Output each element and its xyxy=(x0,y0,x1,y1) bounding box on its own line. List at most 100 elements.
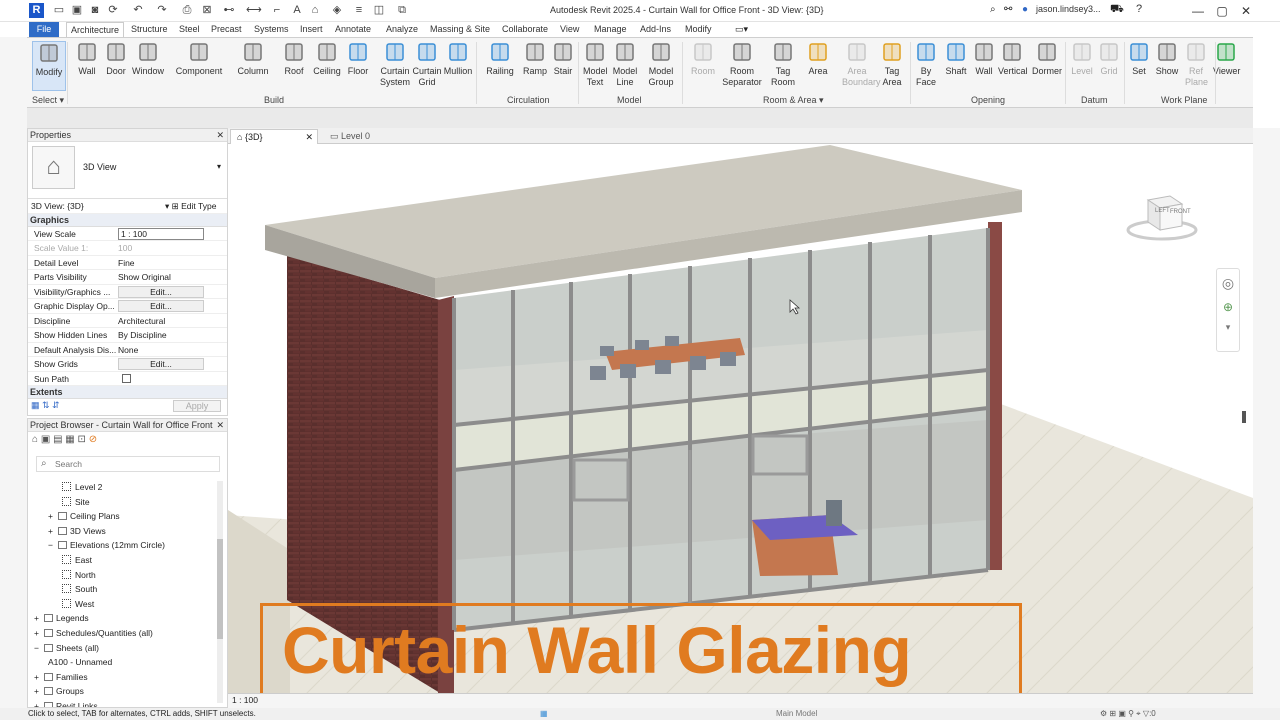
property-row[interactable]: Sun Path xyxy=(28,372,227,386)
property-row[interactable]: Default Analysis Dis... None xyxy=(28,343,227,357)
browser-search-field[interactable]: ⌕ xyxy=(36,456,220,472)
view-scale[interactable]: 1 : 100 xyxy=(232,695,258,705)
close-tab-icon[interactable]: ✕ xyxy=(305,130,313,145)
tag-icon[interactable]: ⌐ xyxy=(270,4,284,17)
sync-icon[interactable]: ⟳ xyxy=(106,4,120,17)
mullion-button[interactable]: Mullion xyxy=(443,41,473,91)
viewer-button[interactable]: Viewer xyxy=(1213,41,1240,91)
room-button[interactable]: Room xyxy=(690,41,716,91)
print-icon[interactable]: ⎙ xyxy=(180,4,194,17)
view-cube[interactable]: LEFT FRONT xyxy=(1126,190,1198,245)
set-button[interactable]: Set xyxy=(1128,41,1150,91)
browser-item[interactable]: − Sheets (all) xyxy=(34,643,99,653)
property-row[interactable]: Graphic Display Op... Edit... xyxy=(28,299,227,314)
tab-file[interactable]: File xyxy=(29,22,59,37)
curtain-grid-button[interactable]: Curtain Grid xyxy=(412,41,442,91)
level-button[interactable]: Level xyxy=(1071,41,1093,91)
property-row[interactable]: Show Hidden Lines By Discipline xyxy=(28,328,227,343)
property-row[interactable]: Discipline Architectural xyxy=(28,314,227,328)
browser-item[interactable]: South xyxy=(62,584,97,594)
tag-room-button[interactable]: Tag Room xyxy=(770,41,796,91)
open-icon[interactable]: ▭ xyxy=(52,4,66,17)
apply-button[interactable]: Apply xyxy=(173,400,221,412)
user-name[interactable]: jason.lindsey3... xyxy=(1036,4,1101,14)
measure-icon[interactable]: ⊷ xyxy=(222,4,236,17)
properties-help-icon[interactable]: ▦ ⇅ ⇵ xyxy=(31,400,60,411)
home-icon[interactable]: ⌂ xyxy=(32,434,38,445)
property-row[interactable]: Detail Level Fine xyxy=(28,256,227,270)
browser-item[interactable]: + Groups xyxy=(34,686,84,696)
user-icon[interactable]: ● xyxy=(1022,4,1028,15)
browser-item[interactable]: + Ceiling Plans xyxy=(48,511,120,521)
browser-item[interactable]: + Families xyxy=(34,672,88,682)
tab-view[interactable]: View xyxy=(556,22,583,37)
view-selector[interactable]: 3D View: {3D} ▾ ⊞ Edit Type xyxy=(28,199,227,214)
schedules-icon[interactable]: ▦ xyxy=(65,434,74,445)
sheets-icon[interactable]: ▤ xyxy=(53,434,62,445)
cube-front-face[interactable]: FRONT xyxy=(1170,209,1191,215)
section-icon[interactable]: ◈ xyxy=(330,4,344,17)
expand-toggle-icon[interactable]: + xyxy=(34,701,44,707)
property-row[interactable]: Visibility/Graphics ... Edit... xyxy=(28,285,227,299)
browser-search-input[interactable] xyxy=(55,458,215,470)
cart-icon[interactable]: ⛟ xyxy=(1110,3,1124,17)
chevron-down-icon[interactable]: ▾ xyxy=(217,162,221,171)
property-row[interactable]: Scale Value 1: 100 xyxy=(28,241,227,256)
column-button[interactable]: Column xyxy=(236,41,270,91)
tab-manage[interactable]: Manage xyxy=(590,22,631,37)
grid-button[interactable]: Grid xyxy=(1098,41,1120,91)
switch-windows-icon[interactable]: ⧉ xyxy=(395,4,409,17)
group-select[interactable]: Select ▾ xyxy=(32,95,64,106)
shaft-button[interactable]: Shaft xyxy=(943,41,969,91)
views-icon[interactable]: ▣ xyxy=(41,434,50,445)
section-extents[interactable]: Extents xyxy=(28,386,227,399)
nav-options-icon[interactable]: ▾ xyxy=(1217,322,1239,333)
expand-toggle-icon[interactable]: − xyxy=(48,540,58,550)
expand-toggle-icon[interactable]: + xyxy=(48,526,58,536)
expand-toggle-icon[interactable]: + xyxy=(34,613,44,623)
model-group-button[interactable]: Model Group xyxy=(646,41,676,91)
edit-type-button[interactable]: ▾ ⊞ Edit Type xyxy=(165,199,216,213)
expand-toggle-icon[interactable]: + xyxy=(34,628,44,638)
model-text-button[interactable]: Model Text xyxy=(583,41,608,91)
edit-button[interactable]: Edit... xyxy=(118,358,204,370)
expand-toggle-icon[interactable]: + xyxy=(34,686,44,696)
railing-button[interactable]: Railing xyxy=(485,41,515,91)
expand-toggle-icon[interactable]: + xyxy=(34,672,44,682)
revit-logo[interactable]: R xyxy=(29,3,44,18)
expand-toggle-icon[interactable]: − xyxy=(34,643,44,653)
thin-lines-icon[interactable]: ≡ xyxy=(352,4,366,17)
browser-item[interactable]: +3D Views xyxy=(48,526,106,536)
show-button[interactable]: Show xyxy=(1155,41,1179,91)
minimize-button[interactable]: — xyxy=(1188,3,1208,19)
tab-steel[interactable]: Steel xyxy=(175,22,204,37)
edit-button[interactable]: Edit... xyxy=(118,300,204,312)
save-icon[interactable]: ◙ xyxy=(88,4,102,17)
property-row[interactable]: Parts Visibility Show Original xyxy=(28,270,227,285)
tab-collaborate[interactable]: Collaborate xyxy=(498,22,552,37)
tab-annotate[interactable]: Annotate xyxy=(331,22,375,37)
status-icons[interactable]: ⚙ ⊞ ▣ ⚲ ⌖ ▽:0 xyxy=(1100,708,1156,720)
folder-icon[interactable]: ▣ xyxy=(70,4,84,17)
tag-area-button[interactable]: Tag Area xyxy=(879,41,905,91)
tab-massing-site[interactable]: Massing & Site xyxy=(426,22,494,37)
dormer-button[interactable]: Dormer xyxy=(1031,41,1063,91)
close-icon[interactable]: ✕ xyxy=(216,129,224,142)
text-icon[interactable]: A xyxy=(290,4,304,17)
tab-insert[interactable]: Insert xyxy=(296,22,327,37)
contextual-tab-icon[interactable]: ▭▾ xyxy=(735,24,748,35)
close-inactive-icon[interactable]: ⊠ xyxy=(200,4,214,17)
viewport-scroll-thumb[interactable] xyxy=(1242,411,1246,423)
close-windows-icon[interactable]: ◫ xyxy=(372,4,386,17)
zoom-icon[interactable]: ⊕ xyxy=(1217,300,1239,314)
browser-item[interactable]: North xyxy=(62,569,96,580)
browser-item[interactable]: West xyxy=(62,598,94,609)
tab-view-3d[interactable]: ⌂ {3D} ✕ xyxy=(230,129,318,144)
floor-button[interactable]: Floor xyxy=(345,41,371,91)
aligned-dimension-icon[interactable]: ⟷ xyxy=(246,4,262,17)
close-button[interactable]: ✕ xyxy=(1236,3,1256,19)
expand-toggle-icon[interactable]: + xyxy=(48,511,58,521)
link-icon[interactable]: ⊘ xyxy=(89,434,97,445)
main-model-label[interactable]: Main Model xyxy=(776,708,817,720)
tab-analyze[interactable]: Analyze xyxy=(382,22,422,37)
